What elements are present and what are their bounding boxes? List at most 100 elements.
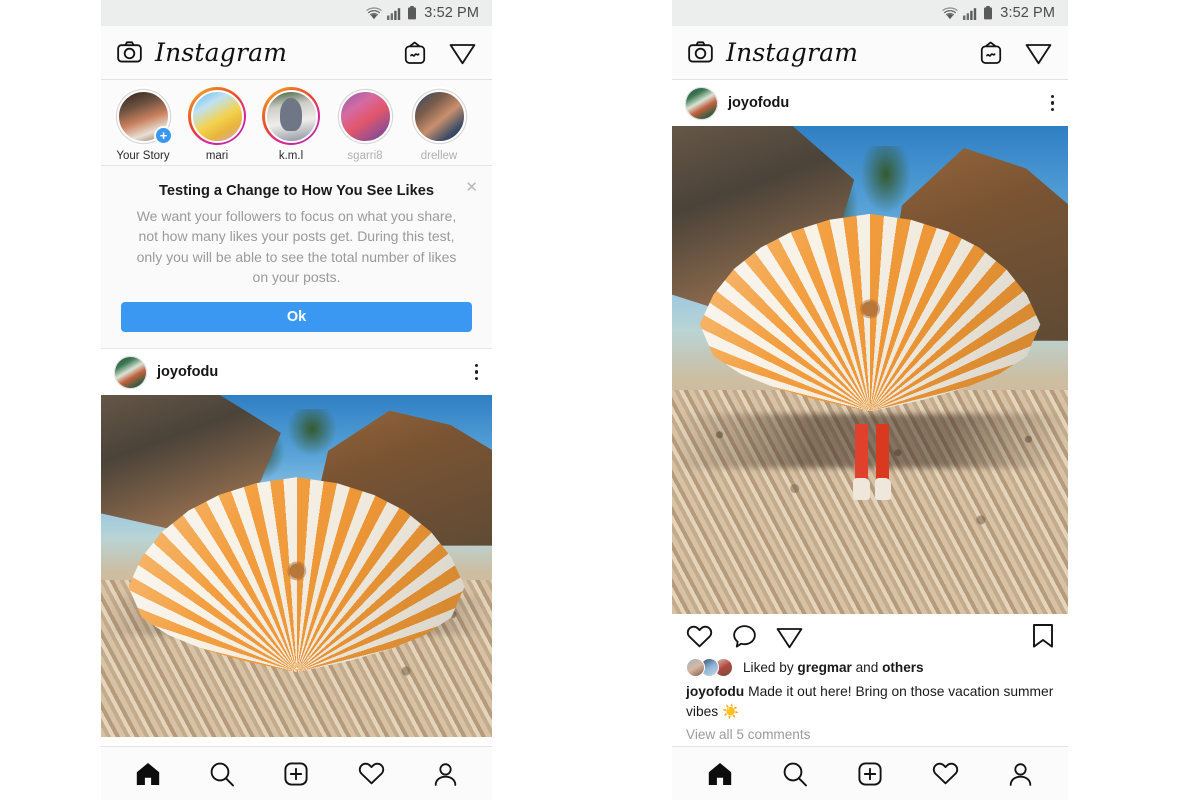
wifi-icon <box>942 6 958 19</box>
story-ring <box>336 87 394 145</box>
status-bar-icons <box>942 6 993 20</box>
liked-by-row[interactable]: Liked by gregmar and others <box>672 658 1068 682</box>
close-icon[interactable]: ✕ <box>465 180 478 195</box>
search-icon <box>783 762 807 786</box>
heart-icon <box>358 762 384 785</box>
view-comments-link[interactable]: View all 5 comments <box>672 721 1068 742</box>
photo-person-legs <box>853 423 892 507</box>
app-brand: Instagram <box>688 40 858 65</box>
notice-body: We want your followers to focus on what … <box>136 208 457 285</box>
story-item[interactable]: sgarri8 <box>335 87 395 162</box>
phone-screen-post-detail: 3:52 PM Instagram joyofodu Liked by greg… <box>672 0 1068 800</box>
search-tab[interactable] <box>209 761 235 787</box>
more-options-icon[interactable] <box>1050 94 1054 112</box>
status-bar: 3:52 PM <box>101 0 492 26</box>
home-icon <box>136 762 160 785</box>
story-label: k.m.l <box>278 150 304 162</box>
activity-tab[interactable] <box>932 761 959 786</box>
post-username[interactable]: joyofodu <box>728 95 789 111</box>
avatar[interactable] <box>115 356 146 388</box>
post-photo[interactable] <box>672 126 1068 614</box>
notice-title: Testing a Change to How You See Likes <box>159 183 434 199</box>
activity-tab[interactable] <box>358 761 385 786</box>
app-title: Instagram <box>155 38 288 67</box>
story-ring: + <box>114 87 173 145</box>
story-item[interactable]: + Your Story <box>113 87 173 162</box>
story-ring <box>410 87 468 145</box>
ok-button[interactable]: Ok <box>121 302 472 333</box>
camera-icon[interactable] <box>688 40 713 65</box>
story-label: drellew <box>420 150 458 162</box>
status-bar: 3:52 PM <box>672 0 1068 26</box>
liked-by-username[interactable]: gregmar <box>797 660 851 675</box>
bottom-tab-bar[interactable] <box>672 746 1068 800</box>
home-tab[interactable] <box>135 761 161 787</box>
app-header-actions <box>979 40 1052 65</box>
direct-message-icon[interactable] <box>449 40 476 65</box>
status-bar-icons <box>366 6 417 20</box>
bottom-tab-bar[interactable] <box>101 746 492 800</box>
cellular-signal-icon <box>963 7 977 20</box>
story-ring <box>188 87 246 145</box>
status-bar-time: 3:52 PM <box>1000 5 1055 21</box>
liked-by-prefix: Liked by <box>743 660 798 675</box>
liked-by-text: Liked by gregmar and others <box>743 660 924 675</box>
status-bar-time: 3:52 PM <box>424 5 479 21</box>
wifi-icon <box>366 6 382 19</box>
liked-by-avatars <box>686 658 734 677</box>
story-avatar <box>338 89 392 143</box>
app-title: Instagram <box>726 38 859 67</box>
story-avatar <box>412 89 466 143</box>
share-icon[interactable] <box>776 624 803 649</box>
screenshot-stage: 3:52 PM Instagram + Your Story mari k.m.… <box>0 0 1200 800</box>
story-item[interactable]: drellew <box>409 87 469 162</box>
app-header: Instagram <box>672 26 1068 80</box>
create-tab[interactable] <box>283 761 309 787</box>
story-label: sgarri8 <box>347 150 383 162</box>
caption-username[interactable]: joyofodu <box>686 684 744 699</box>
story-label: mari <box>205 150 229 162</box>
create-tab[interactable] <box>857 761 883 787</box>
app-brand: Instagram <box>117 40 287 65</box>
igtv-icon[interactable] <box>403 41 427 65</box>
app-header-actions <box>403 40 476 65</box>
avatar[interactable] <box>686 87 717 119</box>
comment-icon[interactable] <box>732 624 757 649</box>
heart-icon[interactable] <box>686 624 713 649</box>
story-avatar <box>264 89 318 143</box>
person-icon <box>434 762 457 786</box>
heart-icon <box>933 762 959 785</box>
add-story-badge[interactable]: + <box>154 126 173 145</box>
battery-icon <box>408 6 417 20</box>
story-avatar <box>190 89 244 143</box>
profile-tab[interactable] <box>1008 761 1033 787</box>
post-caption: joyofodu Made it out here! Bring on thos… <box>672 682 1068 721</box>
home-icon <box>708 762 731 785</box>
battery-icon <box>984 6 993 20</box>
post-photo[interactable] <box>101 395 492 738</box>
app-header: Instagram <box>101 26 492 80</box>
more-options-icon[interactable] <box>474 364 478 381</box>
post-action-bar <box>672 614 1068 658</box>
profile-tab[interactable] <box>433 761 458 787</box>
photo-umbrella <box>128 477 465 673</box>
post-username[interactable]: joyofodu <box>157 364 218 380</box>
person-icon <box>1010 762 1032 786</box>
direct-message-icon[interactable] <box>1025 40 1052 65</box>
post-header: joyofodu <box>101 349 492 396</box>
likes-test-notice-card: ✕ Testing a Change to How You See Likes … <box>101 166 492 350</box>
story-label: Your Story <box>116 150 170 162</box>
story-item[interactable]: mari <box>187 87 247 162</box>
search-tab[interactable] <box>782 761 808 787</box>
bookmark-icon[interactable] <box>1032 623 1054 649</box>
stories-tray[interactable]: + Your Story mari k.m.l sgarri8 drellew <box>101 80 492 166</box>
camera-icon[interactable] <box>117 40 142 65</box>
home-tab[interactable] <box>707 761 733 787</box>
photo-umbrella <box>699 213 1041 412</box>
igtv-icon[interactable] <box>979 41 1003 65</box>
plus-square-icon <box>858 761 882 786</box>
story-item[interactable]: k.m.l <box>261 87 321 162</box>
liked-by-others[interactable]: others <box>882 660 924 675</box>
liked-by-middle: and <box>851 660 883 675</box>
post-header: joyofodu <box>672 80 1068 126</box>
